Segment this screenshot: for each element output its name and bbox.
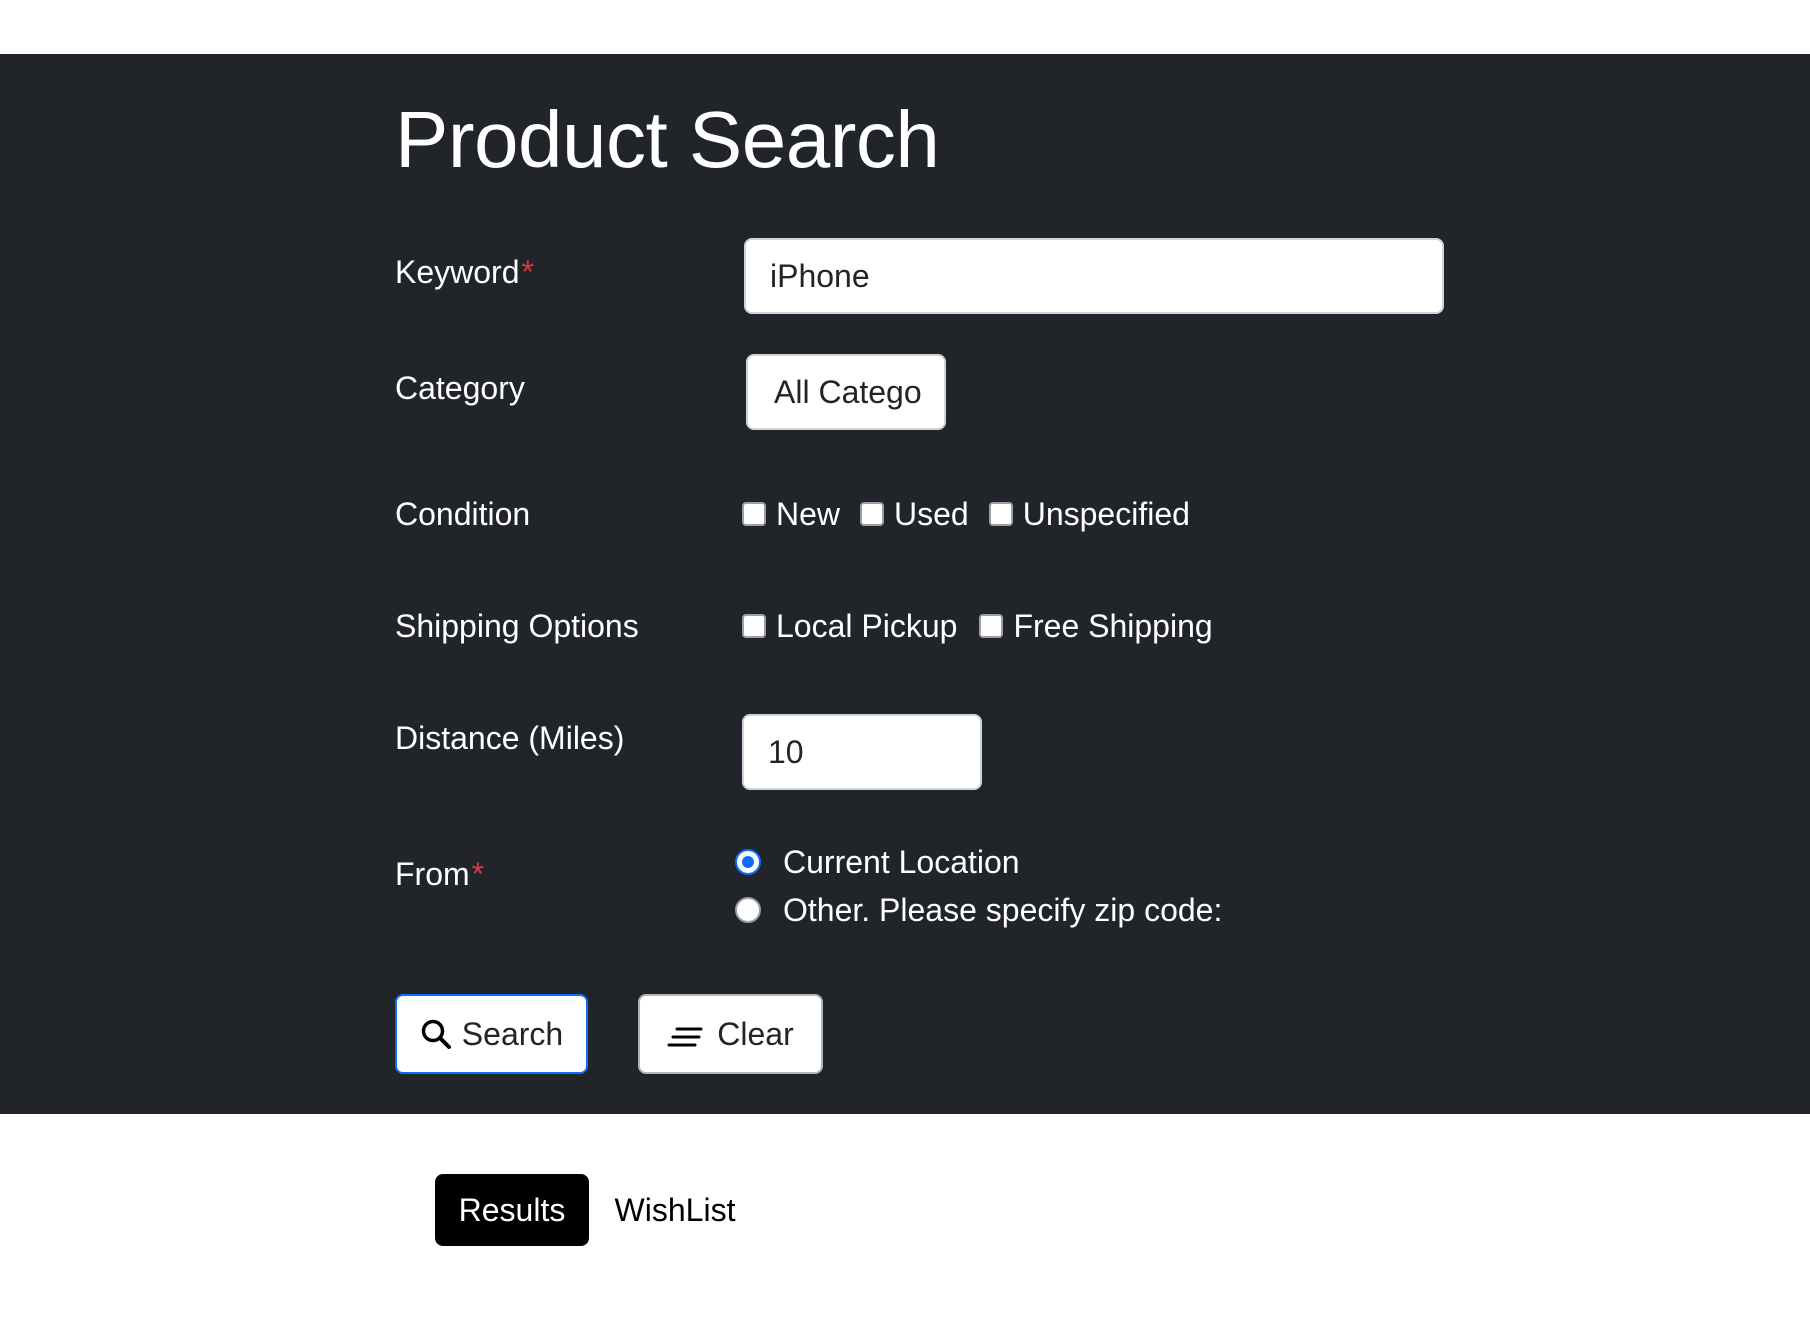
- shipping-local-pickup[interactable]: Local Pickup: [742, 610, 957, 642]
- condition-unspecified-checkbox[interactable]: [988, 502, 1013, 526]
- keyword-input[interactable]: iPhone: [744, 238, 1444, 314]
- condition-new[interactable]: New: [742, 498, 840, 530]
- condition-label: Condition: [395, 496, 531, 532]
- search-panel: [0, 54, 1810, 1114]
- local-pickup-checkbox[interactable]: [742, 614, 766, 638]
- clear-button[interactable]: Clear: [638, 994, 823, 1074]
- condition-new-label: New: [776, 496, 841, 532]
- keyword-label: Keyword*: [395, 256, 534, 288]
- free-shipping-label: Free Shipping: [1013, 608, 1213, 644]
- current-location-radio[interactable]: [735, 849, 761, 875]
- condition-unspecified-label: Unspecified: [1022, 496, 1190, 532]
- from-label-text: From: [395, 856, 470, 892]
- category-label: Category: [395, 370, 525, 406]
- tab-results[interactable]: Results: [435, 1174, 589, 1246]
- distance-label: Distance (Miles): [395, 720, 625, 756]
- condition-new-checkbox[interactable]: [742, 502, 766, 526]
- from-current-location[interactable]: Current Location: [735, 846, 1020, 878]
- shipping-free-shipping[interactable]: Free Shipping: [979, 608, 1213, 644]
- search-icon: [420, 1018, 452, 1050]
- current-location-label: Current Location: [783, 844, 1020, 880]
- keyword-label-text: Keyword: [395, 254, 520, 290]
- other-zip-radio[interactable]: [735, 897, 761, 923]
- required-mark: *: [471, 856, 485, 892]
- local-pickup-label: Local Pickup: [776, 608, 958, 644]
- tab-wishlist[interactable]: WishList: [604, 1174, 746, 1246]
- other-zip-label: Other. Please specify zip code:: [783, 892, 1223, 928]
- condition-unspecified[interactable]: Unspecified: [988, 496, 1190, 532]
- from-label: From*: [395, 858, 484, 890]
- from-other-zip[interactable]: Other. Please specify zip code:: [735, 894, 1222, 926]
- condition-used-checkbox[interactable]: [860, 502, 885, 526]
- shipping-options: Local Pickup Free Shipping: [742, 610, 1233, 642]
- clear-lines-icon: [667, 1024, 703, 1050]
- shipping-label: Shipping Options: [395, 608, 639, 644]
- page-title: Product Search: [395, 95, 940, 184]
- condition-used-label: Used: [894, 496, 969, 532]
- search-button[interactable]: Search: [395, 994, 588, 1074]
- clear-button-label: Clear: [717, 1015, 794, 1052]
- required-mark: *: [521, 254, 534, 290]
- condition-used[interactable]: Used: [860, 498, 969, 530]
- distance-input[interactable]: 10: [742, 714, 982, 790]
- condition-options: New Used Unspecified: [742, 498, 1210, 530]
- free-shipping-checkbox[interactable]: [979, 614, 1004, 638]
- category-select[interactable]: All Catego: [746, 354, 946, 430]
- search-button-label: Search: [461, 1015, 564, 1052]
